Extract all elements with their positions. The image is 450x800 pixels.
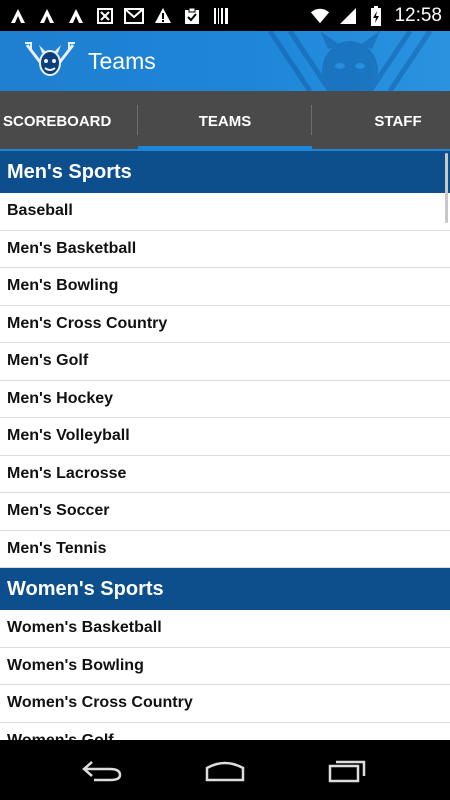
status-bar: 12:58 xyxy=(0,0,450,31)
tab-staff[interactable]: STAFF xyxy=(312,91,450,151)
action-bar: Teams xyxy=(0,31,450,91)
tab-scoreboard[interactable]: SCOREBOARD xyxy=(0,91,138,151)
list-item[interactable]: Men's Volleyball xyxy=(0,418,450,456)
list-item[interactable]: Men's Bowling xyxy=(0,268,450,306)
clipboard-icon xyxy=(182,6,202,26)
tab-label: STAFF xyxy=(374,112,422,130)
navigation-bar xyxy=(0,740,450,800)
gmail-icon xyxy=(124,6,144,26)
page-title: Teams xyxy=(88,47,156,74)
list-item[interactable]: Baseball xyxy=(0,193,450,231)
system-icons: 12:58 xyxy=(310,5,442,27)
app-logo-icon[interactable] xyxy=(22,33,78,89)
list-item[interactable]: Women's Bowling xyxy=(0,648,450,685)
scrollbar[interactable] xyxy=(445,153,448,223)
list-item[interactable]: Men's Golf xyxy=(0,343,450,381)
barcode-icon xyxy=(211,6,231,26)
home-icon[interactable] xyxy=(195,750,255,790)
tab-label: SCOREBOARD xyxy=(3,112,112,130)
mascot-watermark xyxy=(267,31,433,91)
list-item[interactable]: Men's Tennis xyxy=(0,531,450,568)
tab-bar: SCOREBOARD TEAMS STAFF xyxy=(0,91,450,151)
wifi-icon xyxy=(310,6,330,26)
app-a-icon xyxy=(8,6,28,26)
section-header-mens: Men's Sports xyxy=(0,151,450,193)
list-item[interactable]: Men's Basketball xyxy=(0,231,450,268)
section-header-womens: Women's Sports xyxy=(0,568,450,610)
teams-list[interactable]: Men's Sports Baseball Men's Basketball M… xyxy=(0,151,450,740)
tab-label: TEAMS xyxy=(198,112,252,130)
list-item[interactable]: Women's Basketball xyxy=(0,610,450,648)
clock: 12:58 xyxy=(394,4,442,26)
list-item[interactable]: Women's Golf xyxy=(0,723,450,740)
app-a-icon xyxy=(37,6,57,26)
tab-teams[interactable]: TEAMS xyxy=(138,91,312,151)
notification-icons xyxy=(8,6,231,26)
back-icon[interactable] xyxy=(72,750,132,790)
battery-icon xyxy=(366,5,386,26)
missed-call-icon xyxy=(95,6,115,26)
recent-apps-icon[interactable] xyxy=(318,750,378,790)
list-item[interactable]: Men's Lacrosse xyxy=(0,456,450,493)
warning-icon xyxy=(153,6,173,26)
list-item[interactable]: Men's Cross Country xyxy=(0,306,450,343)
list-item[interactable]: Men's Soccer xyxy=(0,493,450,531)
list-item[interactable]: Men's Hockey xyxy=(0,381,450,418)
list-item[interactable]: Women's Cross Country xyxy=(0,685,450,723)
signal-icon xyxy=(338,6,358,26)
app-a-icon xyxy=(66,6,86,26)
